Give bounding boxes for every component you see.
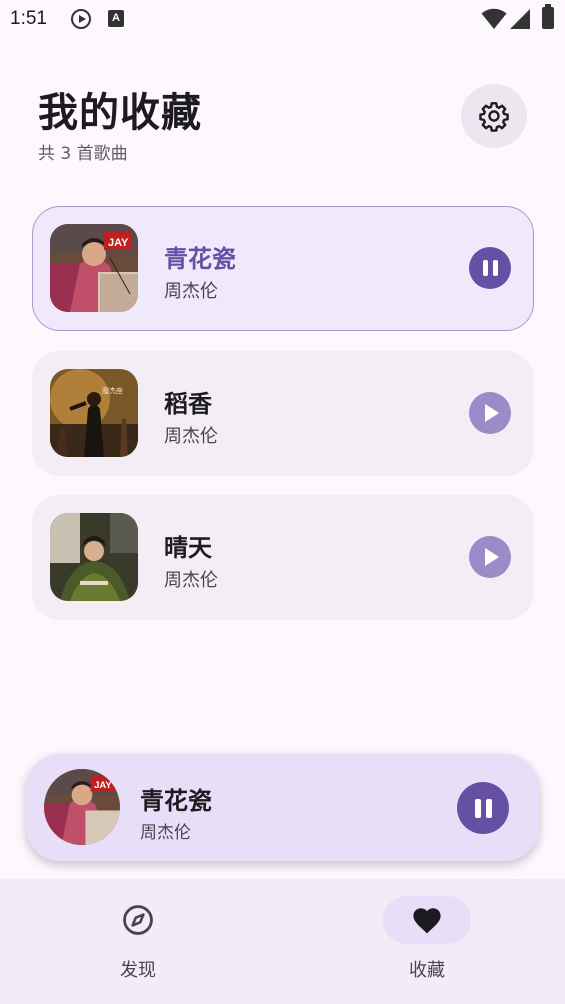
status-bar: 1:51 A xyxy=(0,0,565,38)
play-icon xyxy=(485,404,499,422)
mini-player-title: 青花瓷 xyxy=(140,787,212,815)
song-card-qinghuaci[interactable]: JAY 青花瓷 周杰伦 xyxy=(32,206,534,331)
album-cover: JAY xyxy=(50,224,138,312)
pause-icon xyxy=(474,798,492,818)
svg-text:JAY: JAY xyxy=(108,237,129,249)
mini-player-pause-button[interactable] xyxy=(457,782,509,834)
mini-player-cover: JAY xyxy=(44,769,120,845)
song-count: 共 3 首歌曲 xyxy=(38,144,128,164)
page-title: 我的收藏 xyxy=(38,90,202,136)
nav-item-discover[interactable]: 发现 xyxy=(68,879,208,1004)
svg-text:魔杰座: 魔杰座 xyxy=(102,386,123,395)
settings-button[interactable] xyxy=(461,84,527,148)
signal-icon xyxy=(510,9,530,29)
song-title: 晴天 xyxy=(164,534,212,562)
wifi-icon xyxy=(481,8,507,29)
nav-label: 收藏 xyxy=(409,960,445,981)
song-artist: 周杰伦 xyxy=(164,281,218,302)
nav-label: 发现 xyxy=(120,960,156,981)
bottom-nav: 发现 收藏 xyxy=(0,879,565,1004)
nav-icon-wrap xyxy=(383,896,471,944)
status-time: 1:51 xyxy=(10,8,47,29)
mini-player[interactable]: JAY 青花瓷 周杰伦 xyxy=(26,754,539,861)
pause-button[interactable] xyxy=(469,247,511,289)
play-button[interactable] xyxy=(469,392,511,434)
pause-icon xyxy=(482,260,498,276)
gear-icon xyxy=(479,102,509,132)
mini-player-artist: 周杰伦 xyxy=(140,823,191,843)
svg-text:JAY: JAY xyxy=(94,780,112,791)
play-circle-icon xyxy=(71,9,91,29)
song-artist: 周杰伦 xyxy=(164,570,218,591)
heart-icon xyxy=(413,908,441,934)
song-card-daoxiang[interactable]: 魔杰座 稻香 周杰伦 xyxy=(32,351,534,476)
nav-item-favorites[interactable]: 收藏 xyxy=(357,879,497,1004)
song-title: 稻香 xyxy=(164,390,212,418)
song-title: 青花瓷 xyxy=(164,245,236,273)
battery-icon xyxy=(542,4,554,29)
nav-icon-wrap xyxy=(94,896,182,944)
album-cover: 魔杰座 xyxy=(50,369,138,457)
play-button[interactable] xyxy=(469,536,511,578)
song-artist: 周杰伦 xyxy=(164,426,218,447)
play-icon xyxy=(485,548,499,566)
album-cover xyxy=(50,513,138,601)
song-card-qingtian[interactable]: 晴天 周杰伦 xyxy=(32,495,534,620)
a-notification-icon: A xyxy=(108,10,124,27)
compass-icon xyxy=(123,905,153,935)
